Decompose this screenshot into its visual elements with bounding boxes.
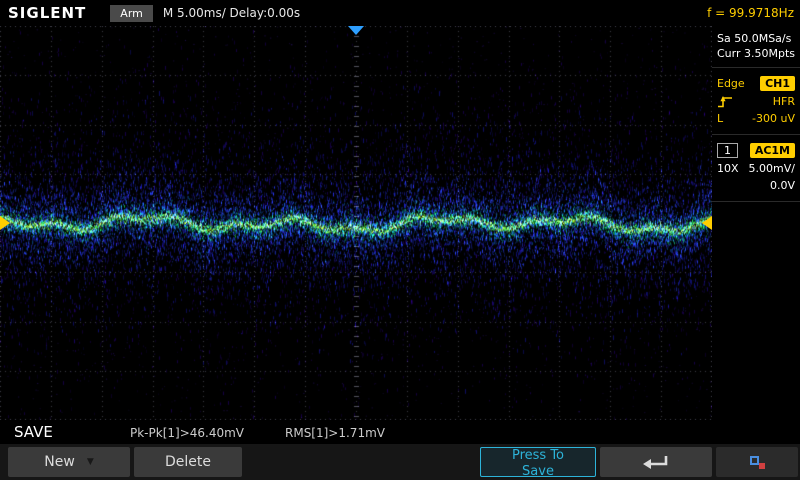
grid-icon bbox=[749, 455, 765, 469]
status-bar: SAVE Pk-Pk[1]>46.40mV RMS[1]>1.71mV bbox=[0, 420, 712, 444]
chevron-down-icon: ▼ bbox=[86, 457, 94, 467]
acquisition-panel: Sa 50.0MSa/s Curr 3.50Mpts bbox=[712, 26, 800, 68]
return-arrow-icon bbox=[643, 456, 668, 469]
rising-edge-icon bbox=[718, 96, 732, 108]
delete-button-label: Delete bbox=[165, 454, 211, 470]
menu-title: SAVE bbox=[14, 423, 53, 441]
oscilloscope-screen: SIGLENT Arm M 5.00ms/ Delay:0.00s f = 99… bbox=[0, 0, 800, 480]
info-sidebar: Sa 50.0MSa/s Curr 3.50Mpts Edge CH1 HFR … bbox=[712, 26, 800, 420]
rms-measurement: RMS[1]>1.71mV bbox=[285, 426, 385, 440]
new-button[interactable]: New ▼ bbox=[8, 447, 130, 477]
press-to-save-button[interactable]: Press To Save bbox=[480, 447, 596, 479]
waveform-display bbox=[0, 26, 712, 420]
brand-logo: SIGLENT bbox=[8, 4, 87, 22]
new-button-label: New bbox=[44, 454, 75, 470]
channel-panel: 1 AC1M 10X 5.00mV/ 0.0V bbox=[712, 135, 800, 202]
sample-rate: Sa 50.0MSa/s bbox=[717, 32, 792, 45]
timebase-readout: M 5.00ms/ Delay:0.00s bbox=[162, 6, 301, 20]
save-button-label: Press To Save bbox=[511, 448, 565, 479]
trigger-coupling: HFR bbox=[772, 95, 795, 108]
channel-offset: 0.0V bbox=[769, 179, 795, 192]
waveform-canvas bbox=[0, 26, 712, 420]
delete-button[interactable]: Delete bbox=[134, 447, 242, 477]
trigger-position-marker[interactable] bbox=[348, 26, 364, 35]
menu-toggle-button[interactable] bbox=[716, 447, 798, 477]
top-bar: SIGLENT Arm M 5.00ms/ Delay:0.00s f = 99… bbox=[0, 0, 800, 26]
trigger-status-badge: Arm bbox=[110, 4, 153, 22]
channel-coupling-badge: AC1M bbox=[749, 143, 795, 158]
trigger-level-marker[interactable] bbox=[702, 216, 712, 230]
channel-number-badge: 1 bbox=[717, 143, 738, 158]
trigger-level-label: L bbox=[717, 112, 724, 125]
ch1-offset-marker[interactable] bbox=[0, 216, 10, 230]
probe-attenuation: 10X bbox=[717, 162, 739, 175]
memory-depth: Curr 3.50Mpts bbox=[717, 47, 796, 60]
volts-per-div: 5.00mV/ bbox=[748, 162, 795, 175]
back-button[interactable] bbox=[600, 447, 712, 477]
trigger-level-value: -300 uV bbox=[752, 112, 795, 125]
pkpk-measurement: Pk-Pk[1]>46.40mV bbox=[130, 426, 245, 440]
trigger-source-badge: CH1 bbox=[760, 76, 795, 91]
trigger-panel: Edge CH1 HFR L -300 uV bbox=[712, 68, 800, 135]
soft-menu-bar: New ▼ Delete Press To Save bbox=[0, 444, 800, 480]
trigger-type: Edge bbox=[717, 77, 745, 90]
frequency-counter: f = 99.9718Hz bbox=[707, 6, 794, 20]
